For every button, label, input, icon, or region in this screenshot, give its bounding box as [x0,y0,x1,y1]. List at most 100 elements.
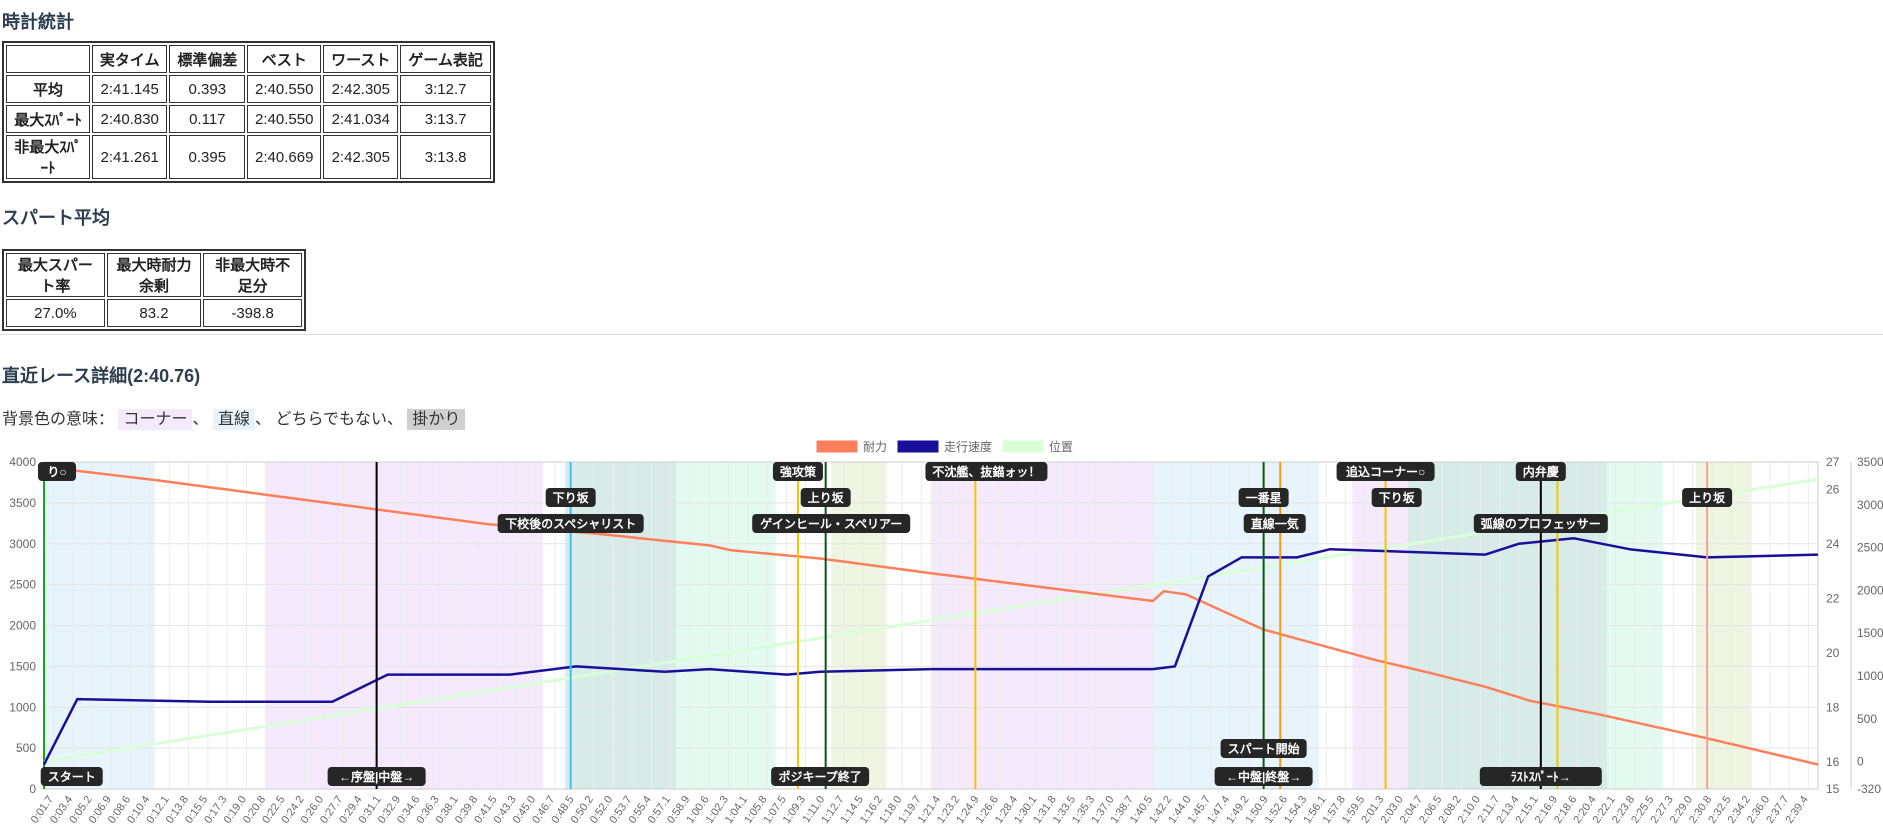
y-axis-left-label: 1000 [9,700,36,714]
table-cell: 2:40.669 [247,135,322,179]
y-axis-left-label: 4000 [9,455,36,469]
legend-separator: 、 [254,411,271,428]
table-cell: 2:42.305 [323,75,399,103]
background-legend: 背景色の意味： コーナー、 直線、 どちらでもない、 掛かり [2,405,466,430]
y-axis-position-label: 3000 [1857,498,1883,512]
table-header: 標準偏差 [169,45,246,73]
table-header: 最大スパート率 [6,253,105,297]
legend-separator: 、 [192,411,209,428]
y-axis-speed-label: 18 [1826,700,1840,714]
legend-prefix: 背景色の意味： [2,411,115,428]
event-tooltip-label: スパート開始 [1228,741,1300,756]
spurt-avg-title: スパート平均 [2,208,110,228]
table-header-row: 実タイム 標準偏差 ベスト ワースト ゲーム表記 [6,45,491,73]
table-cell: -398.8 [203,299,302,327]
event-tooltip-label: 直線一気 [1251,516,1299,531]
table-row: 平均 2:41.145 0.393 2:40.550 2:42.305 3:12… [6,75,491,103]
y-axis-position-label: 2500 [1857,541,1883,555]
y-axis-position-label: 3500 [1857,455,1883,469]
row-label: 最大ｽﾊﾟｰﾄ [6,105,90,133]
y-axis-position-label: -320 [1857,782,1881,796]
table-cell: 2:40.550 [247,105,322,133]
neither-legend: どちらでもない、 [275,411,403,428]
divider [0,334,1883,335]
event-tooltip-label: 弧線のプロフェッサー [1481,516,1601,531]
y-axis-speed-label: 16 [1826,755,1840,769]
event-tooltip-label: 不沈艦、抜錨ォッ！ [932,464,1040,479]
legend-label: 位置 [1049,439,1073,454]
table-header: ワースト [323,45,399,73]
y-axis-position-label: 500 [1857,712,1877,726]
table-cell: 27.0% [6,299,105,327]
event-tooltip-label: り○ [47,465,66,479]
corner-legend: コーナー [118,409,193,430]
legend-label: 走行速度 [944,439,992,454]
event-tooltip-label: ゲインヒール・スペリアー [760,516,902,531]
event-tooltip-label: 内弁慶 [1523,464,1559,479]
event-tooltip-label: ←中盤|終盤→ [1226,769,1301,784]
table-row: 27.0% 83.2 -398.8 [6,299,302,327]
table-cell: 3:12.7 [400,75,491,103]
clock-stats-table: 実タイム 標準偏差 ベスト ワースト ゲーム表記 平均 2:41.145 0.3… [2,41,495,183]
y-axis-left-label: 3500 [9,496,36,510]
event-tooltip-label: ←序盤|中盤→ [339,769,414,784]
event-tooltip-label: スタート [48,770,96,784]
table-cell: 2:41.145 [92,75,168,103]
table-cell: 83.2 [106,299,202,327]
row-label: 平均 [6,75,90,103]
event-tooltip-label: 上り坂 [808,490,845,505]
legend-swatch [815,439,859,454]
y-axis-position-label: 2000 [1857,583,1883,597]
event-tooltip-label: 一番星 [1246,490,1282,505]
legend-swatch [1001,439,1045,454]
spurt-avg-table: 最大スパート率 最大時耐力余剰 非最大時不足分 27.0% 83.2 -398.… [2,249,306,331]
event-tooltip-label: 下校後のスペシャリスト [505,516,636,531]
y-axis-speed-label: 27 [1826,455,1840,469]
straight-legend: 直線 [212,409,255,430]
table-row: 非最大ｽﾊﾟｰﾄ 2:41.261 0.395 2:40.669 2:42.30… [6,135,491,179]
event-tooltip-label: 上り坂 [1689,490,1726,505]
y-axis-speed-label: 24 [1826,537,1840,551]
row-label: 非最大ｽﾊﾟｰﾄ [6,135,90,179]
event-tooltip-label: 強攻策 [780,464,817,479]
event-tooltip-label: 追込コーナー○ [1346,464,1425,479]
event-tooltip-label: ポジキープ終了 [778,769,861,784]
y-axis-speed-label: 22 [1826,591,1840,605]
y-axis-left-label: 3000 [9,537,36,551]
legend-label: 耐力 [863,440,887,454]
table-cell: 0.395 [169,135,246,179]
table-cell: 2:42.305 [323,135,399,179]
table-cell: 2:40.830 [92,105,168,133]
y-axis-speed-label: 15 [1826,782,1840,796]
table-row: 最大ｽﾊﾟｰﾄ 2:40.830 0.117 2:40.550 2:41.034… [6,105,491,133]
clock-stats-title: 時計統計 [2,12,74,32]
table-cell: 0.117 [169,105,246,133]
recent-race-title: 直近レース詳細(2:40.76) [2,366,201,386]
y-axis-position-label: 1500 [1857,626,1883,640]
table-cell: 3:13.7 [400,105,491,133]
table-cell: 2:40.550 [247,75,322,103]
y-axis-left-label: 2500 [9,578,36,592]
table-header: 非最大時不足分 [203,253,302,297]
table-header-row: 最大スパート率 最大時耐力余剰 非最大時不足分 [6,253,302,297]
event-tooltip-label: 下り坂 [553,490,590,505]
table-header: ベスト [247,45,322,73]
table-cell: 2:41.261 [92,135,168,179]
legend-swatch [896,439,940,454]
y-axis-speed-label: 26 [1826,482,1840,496]
table-header: 実タイム [92,45,168,73]
y-axis-left-label: 2000 [9,619,36,633]
y-axis-left-label: 0 [29,782,36,796]
y-axis-position-label: 1000 [1857,669,1883,683]
table-cell: 2:41.034 [323,105,399,133]
y-axis-speed-label: 20 [1826,646,1840,660]
y-axis-position-label: 0 [1857,755,1864,769]
table-header [6,45,90,73]
event-tooltip-label: 下り坂 [1379,490,1416,505]
y-axis-left-label: 1500 [9,659,36,673]
table-header: 最大時耐力余剰 [106,253,202,297]
table-cell: 3:13.8 [400,135,491,179]
table-cell: 0.393 [169,75,246,103]
race-chart: 耐力 走行速度 位置 4000 3500 3000 2500 2000 1500 1000 500 0… [9,439,1883,826]
event-tooltip-label: ﾗｽﾄｽﾊﾟｰﾄ→ [1511,769,1571,784]
